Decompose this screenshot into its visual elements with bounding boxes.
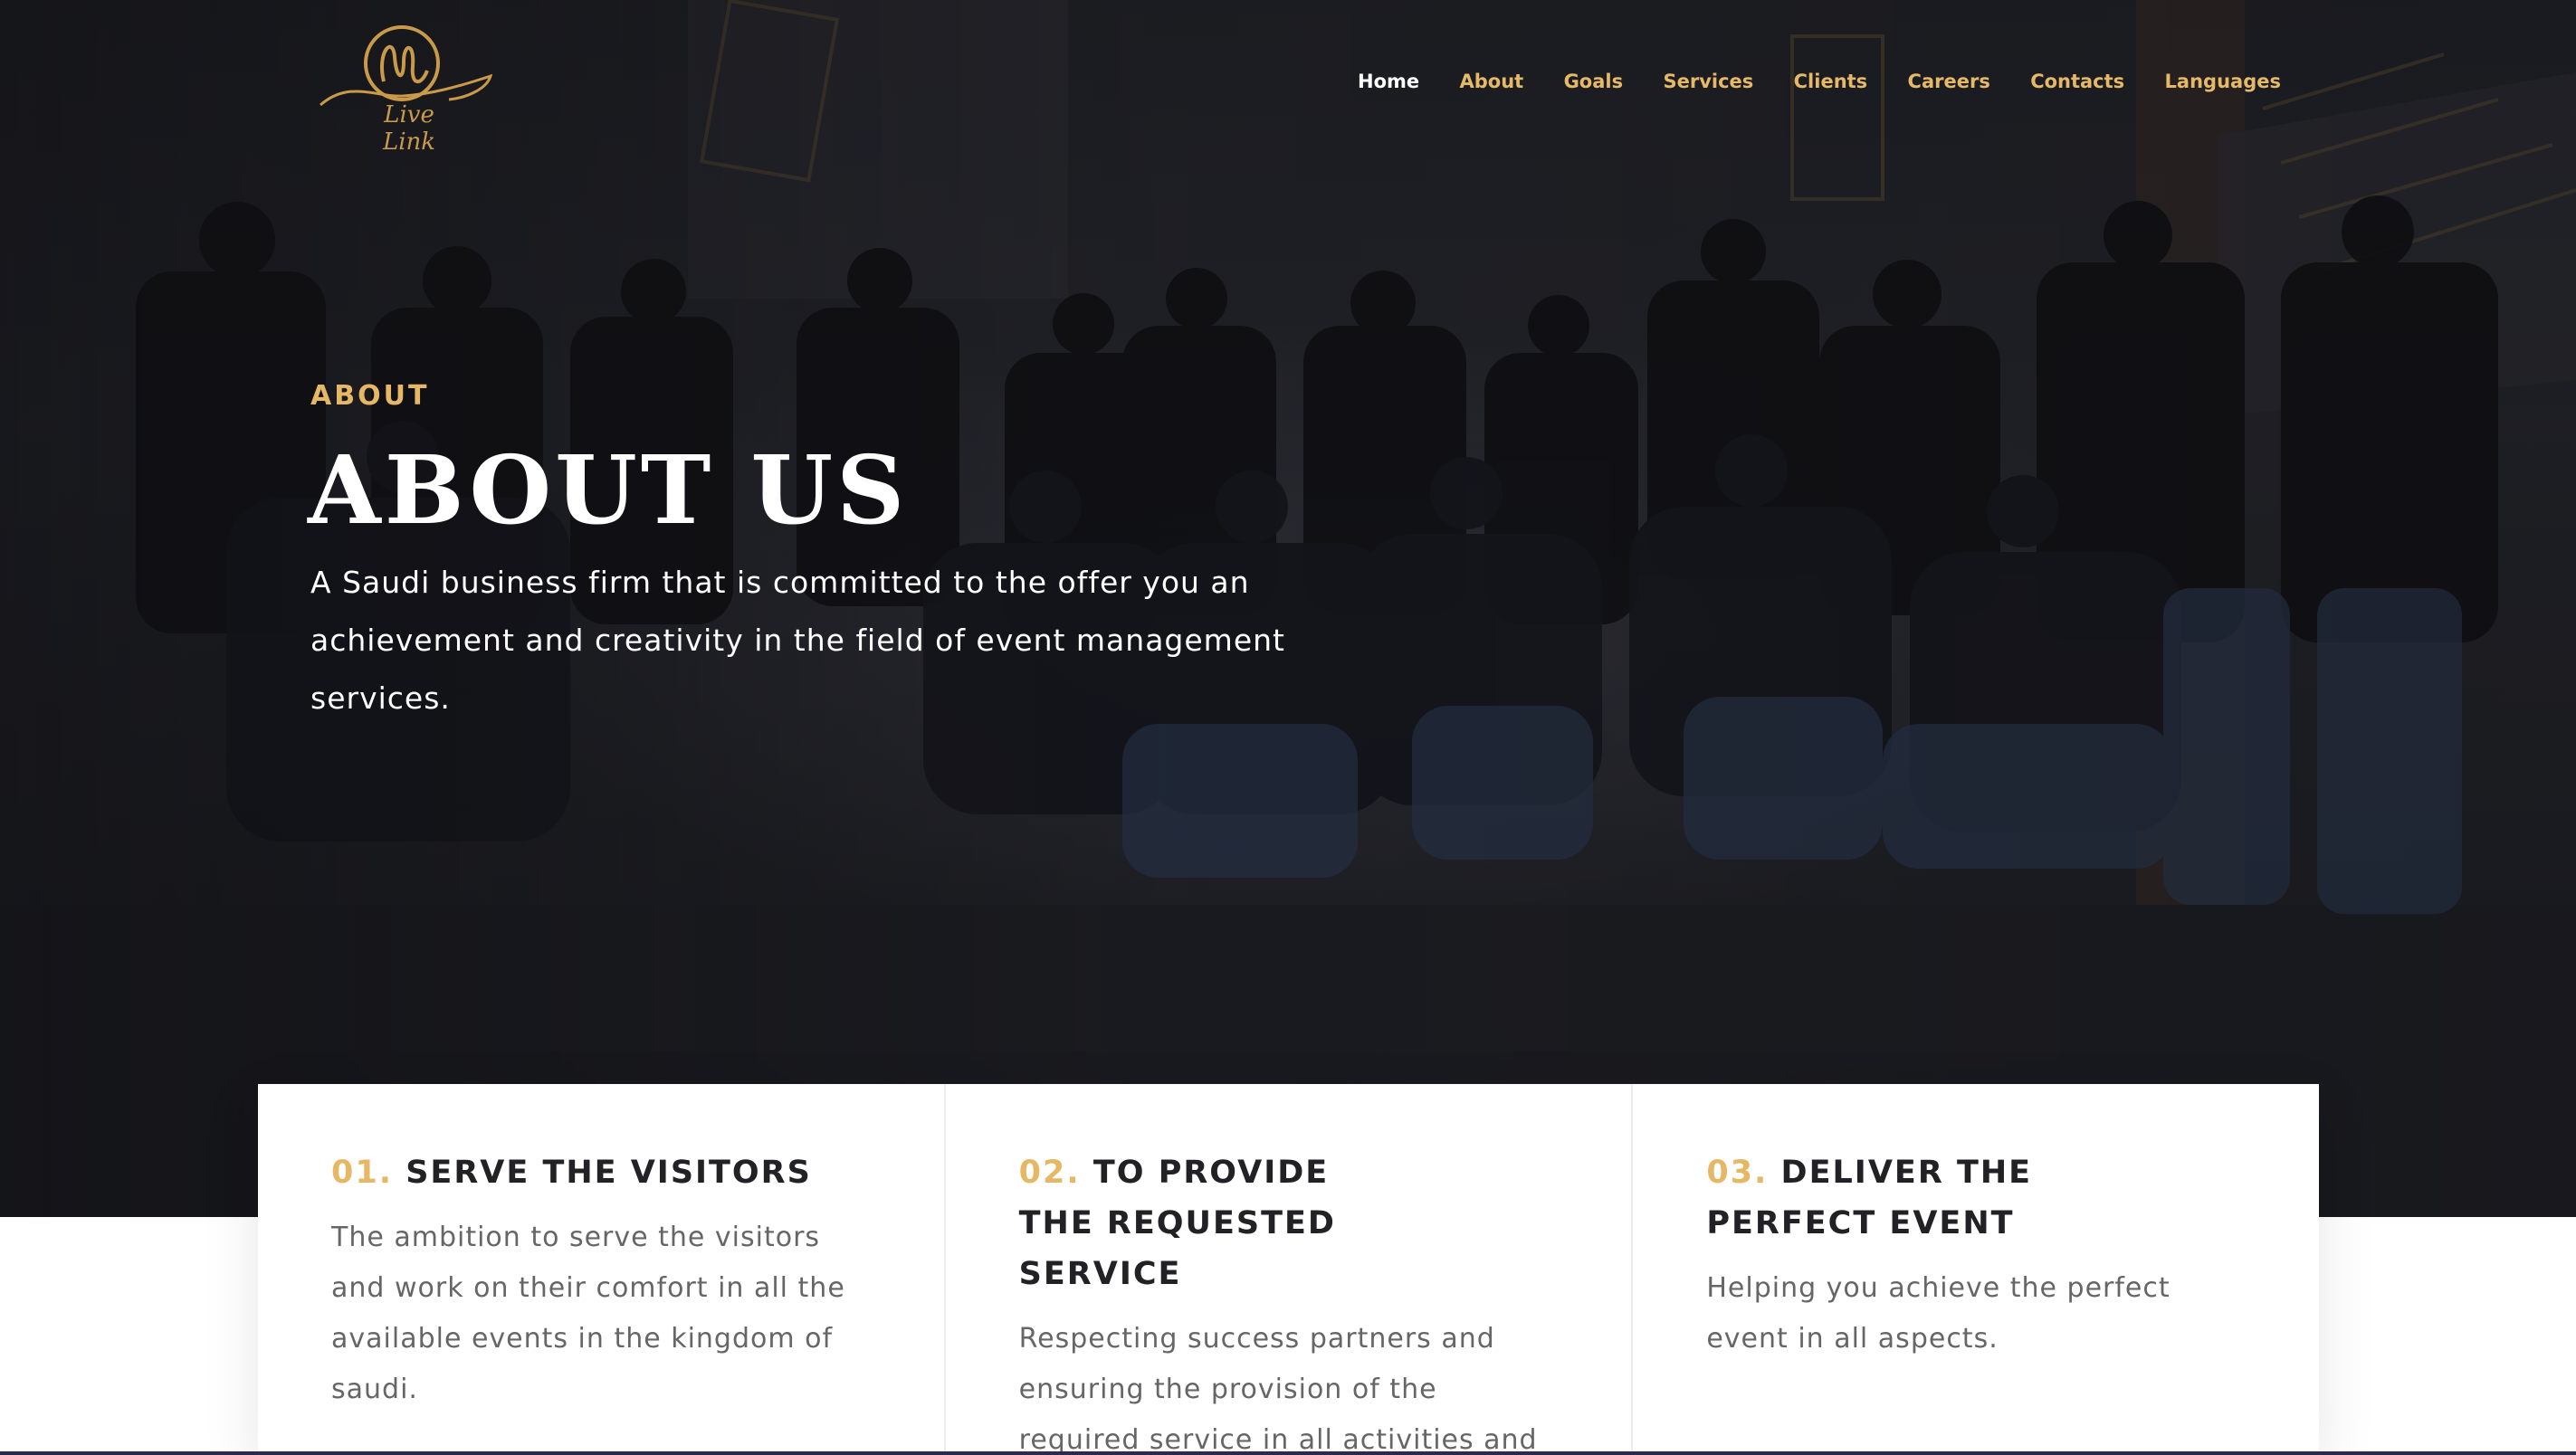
logo-text: Live Link [382, 101, 436, 156]
page-bottom-border [0, 1451, 2576, 1455]
nav-contacts[interactable]: Contacts [2030, 71, 2124, 92]
goal-card-heading: SERVE THE VISITORS [405, 1155, 812, 1191]
goal-card: 03. DELIVER THE PERFECT EVENT Helping yo… [1631, 1084, 2319, 1455]
hero-description: A Saudi business firm that is committed … [310, 565, 1285, 716]
goal-card: 01. SERVE THE VISITORS The ambition to s… [258, 1084, 944, 1455]
nav-home[interactable]: Home [1358, 71, 1419, 92]
goal-card-title: 02. TO PROVIDE THE REQUESTED SERVICE [1019, 1147, 1399, 1299]
goal-card-number: 01. [331, 1155, 394, 1191]
goal-card-description: Respecting success partners and ensuring… [1018, 1323, 1538, 1455]
main-nav: Home About Goals Services Clients Career… [1358, 63, 2281, 100]
hero-title: ABOUT US [308, 434, 909, 546]
goal-card-number: 02. [1018, 1155, 1081, 1191]
nav-careers[interactable]: Careers [1908, 71, 1990, 92]
goal-card-title: 03. DELIVER THE PERFECT EVENT [1706, 1147, 2195, 1249]
goal-card-number: 03. [1706, 1155, 1769, 1191]
nav-about[interactable]: About [1460, 71, 1524, 92]
goals-cards: 01. SERVE THE VISITORS The ambition to s… [258, 1084, 2319, 1455]
nav-services[interactable]: Services [1663, 71, 1753, 92]
goal-card-description: The ambition to serve the visitors and w… [331, 1222, 845, 1405]
hero-eyebrow: ABOUT [310, 380, 430, 412]
goal-card-title: 01. SERVE THE VISITORS [331, 1147, 911, 1198]
nav-clients[interactable]: Clients [1794, 71, 1868, 92]
goal-card-description: Helping you achieve the perfect event in… [1706, 1272, 2171, 1355]
nav-languages[interactable]: Languages [2165, 71, 2281, 92]
goal-card: 02. TO PROVIDE THE REQUESTED SERVICE Res… [943, 1084, 1632, 1455]
nav-goals[interactable]: Goals [1564, 71, 1624, 92]
